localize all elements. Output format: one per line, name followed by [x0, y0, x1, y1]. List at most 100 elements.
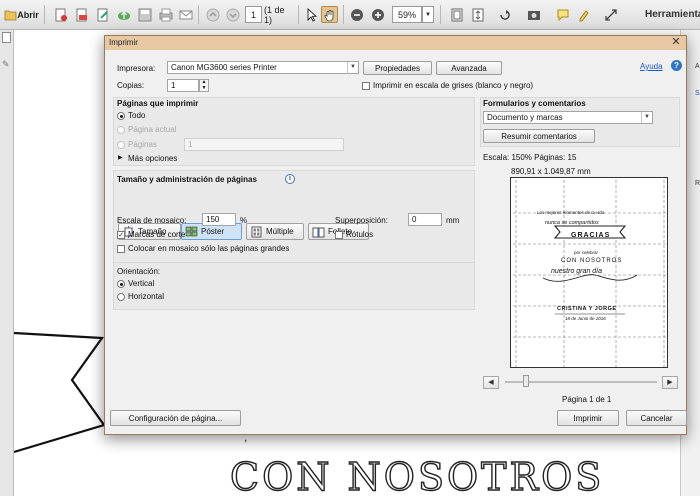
email-icon[interactable]	[177, 6, 194, 23]
expand-icon[interactable]	[602, 6, 619, 23]
open-button[interactable]: Abrir	[17, 6, 39, 23]
scroll-mode-icon[interactable]	[469, 6, 486, 23]
landscape-radio[interactable]	[117, 293, 125, 301]
copies-input[interactable]: 1	[167, 79, 199, 92]
booklet-mode-icon	[312, 227, 325, 237]
document-heading: CON NOSOTROS	[229, 454, 605, 496]
cut-marks-checkbox[interactable]: ✓	[117, 231, 125, 239]
pages-panel-icon[interactable]	[2, 32, 11, 43]
edit-document-icon[interactable]	[94, 6, 111, 23]
cut-marks-label: Marcas de corte	[128, 230, 186, 239]
snapshot-icon[interactable]	[525, 6, 542, 23]
overlap-input[interactable]: 0	[408, 213, 442, 226]
expand-triangle-icon[interactable]: ▶	[118, 154, 123, 161]
poster-mode-icon	[185, 226, 198, 236]
previous-page-icon[interactable]	[204, 6, 221, 23]
page-range-label: Páginas	[128, 140, 157, 149]
create-pdf-icon[interactable]	[52, 6, 69, 23]
export-pdf-icon[interactable]	[73, 6, 90, 23]
ribbon-decoration	[14, 331, 106, 454]
comment-icon[interactable]	[554, 6, 571, 23]
forms-select[interactable]: Documento y marcas ▼	[483, 111, 653, 124]
preview-page-indicator: Página 1 de 1	[562, 395, 612, 404]
print-dialog: Imprimir ✕ Impresora: Canon MG3600 serie…	[104, 35, 687, 435]
toolbar-divider	[440, 5, 441, 24]
tools-pane-text: A	[695, 63, 700, 70]
hand-tool-icon[interactable]	[321, 6, 338, 23]
preview-line5: CON NOSOTROS	[561, 258, 623, 264]
app-toolbar: Abrir 1 (1 de 1) 59% ▼ Herramienta	[0, 0, 700, 30]
toolbar-divider	[44, 5, 45, 24]
summarize-comments-button[interactable]: Resumir comentarios	[483, 129, 595, 143]
cloud-upload-icon[interactable]	[115, 6, 132, 23]
overlap-unit: mm	[446, 216, 460, 225]
chevron-down-icon[interactable]: ▼	[641, 112, 652, 123]
grayscale-checkbox[interactable]	[362, 82, 370, 90]
save-icon[interactable]	[136, 6, 153, 23]
next-page-icon[interactable]	[224, 6, 241, 23]
landscape-label: Horizontal	[128, 292, 165, 301]
fit-page-icon[interactable]	[448, 6, 465, 23]
tools-pane-text: Se	[695, 90, 700, 97]
more-options-link[interactable]: Más opciones	[128, 154, 177, 163]
page-range-radio[interactable]	[117, 141, 125, 149]
page-setup-button[interactable]: Configuración de página...	[110, 410, 241, 426]
rotate-icon[interactable]	[496, 6, 513, 23]
copies-stepper[interactable]: ▲ ▼	[199, 79, 209, 92]
orientation-heading: Orientación:	[117, 267, 161, 276]
preview-line6: nuestro gran día	[551, 268, 602, 275]
preview-line3: GRACIAS	[571, 232, 611, 239]
highlight-icon[interactable]	[575, 6, 592, 23]
page-range-input[interactable]: 1	[184, 138, 344, 151]
zoom-in-icon[interactable]	[369, 6, 386, 23]
attachment-icon[interactable]: ✎	[2, 59, 11, 70]
zoom-dropdown-chevron-down-icon[interactable]: ▼	[422, 6, 434, 23]
info-icon[interactable]: i	[285, 174, 295, 184]
labels-checkbox[interactable]	[335, 231, 343, 239]
grayscale-label: Imprimir en escala de grises (blanco y n…	[373, 81, 534, 90]
portrait-radio[interactable]	[117, 280, 125, 288]
overlap-label: Superposición:	[335, 216, 388, 225]
zoom-level-input[interactable]: 59%	[392, 6, 422, 23]
advanced-button[interactable]: Avanzada	[436, 61, 502, 75]
preview-previous-button[interactable]: ◀	[483, 376, 499, 389]
tile-scale-label: Escala de mosaico:	[117, 216, 187, 225]
chevron-down-icon[interactable]: ▼	[347, 62, 358, 73]
tile-large-only-label: Colocar en mosaico sólo las páginas gran…	[128, 244, 290, 253]
preview-next-button[interactable]: ▶	[662, 376, 678, 389]
preview-line1: Los mejores momentos de la vida	[537, 210, 605, 215]
current-page-label: Página actual	[128, 125, 177, 134]
multiple-mode-label: Múltiple	[266, 227, 294, 236]
preview-line2: nunca se compartidos	[545, 220, 599, 226]
print-button[interactable]: Imprimir	[557, 410, 619, 426]
preview-line8: 18 de Junio de 2016	[565, 316, 606, 321]
current-page-radio[interactable]	[117, 126, 125, 134]
tile-large-only-checkbox[interactable]	[117, 245, 125, 253]
help-link[interactable]: Ayuda	[640, 62, 663, 71]
page-count: (1 de 1)	[264, 4, 285, 25]
dialog-title: Imprimir	[109, 38, 138, 47]
preview-dimensions: 890,91 x 1.049,87 mm	[511, 167, 591, 176]
close-icon[interactable]: ✕	[670, 36, 682, 49]
all-pages-radio[interactable]	[117, 112, 125, 120]
preview-slider-handle[interactable]	[523, 375, 529, 387]
cancel-button[interactable]: Cancelar	[626, 410, 687, 426]
multiple-mode-button[interactable]: Múltiple	[246, 223, 304, 240]
printer-select[interactable]: Canon MG3600 series Printer ▼	[167, 61, 359, 74]
help-icon[interactable]: ?	[671, 60, 682, 71]
orientation-section	[113, 262, 475, 310]
pages-heading: Páginas que imprimir	[117, 99, 199, 108]
select-cursor-icon[interactable]	[302, 6, 319, 23]
all-pages-label: Todo	[128, 111, 146, 120]
multiple-mode-icon	[251, 226, 262, 237]
toolbar-divider	[198, 5, 199, 24]
zoom-out-icon[interactable]	[348, 6, 365, 23]
tile-scale-input[interactable]: 150	[202, 213, 236, 226]
print-icon[interactable]	[157, 6, 174, 23]
tools-pane-text: Re	[695, 180, 700, 187]
tools-tab[interactable]: Herramienta	[645, 6, 700, 23]
toolbar-divider	[343, 5, 344, 24]
page-number-input[interactable]: 1	[245, 6, 262, 23]
properties-button[interactable]: Propiedades	[363, 61, 432, 75]
tile-scale-unit: %	[240, 216, 248, 225]
